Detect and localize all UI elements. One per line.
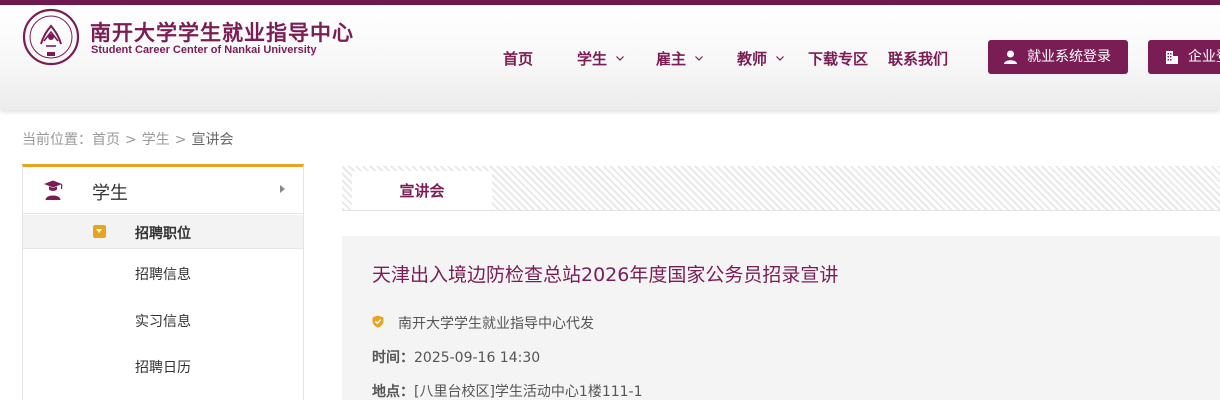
nav-employers-label: 雇主	[656, 50, 687, 68]
nav-students[interactable]: 学生	[577, 48, 625, 69]
chevron-down-icon	[616, 56, 625, 61]
site-header: 南开大学学生就业指导中心 Student Career Center of Na…	[0, 5, 1220, 110]
enterprise-login-label: 企业登录	[1188, 49, 1220, 65]
chevron-down-icon	[695, 56, 704, 61]
breadcrumb-separator: >	[125, 132, 137, 148]
nav-downloads-label: 下载专区	[808, 50, 869, 68]
tab-divider	[342, 210, 1220, 211]
student-graduate-icon	[44, 180, 63, 200]
sidebar-item-internship-info[interactable]: 实习信息	[135, 311, 191, 331]
breadcrumb-prefix: 当前位置：	[22, 132, 92, 148]
sidebar-section-title: 学生	[92, 183, 128, 204]
job-system-login-label: 就业系统登录	[1027, 49, 1111, 65]
job-system-login-button[interactable]: 就业系统登录	[988, 40, 1128, 74]
breadcrumb-home[interactable]: 首页	[92, 132, 120, 148]
sidebar-subsection-job-positions[interactable]: 招聘职位	[23, 215, 303, 249]
article-time: 时间：2025-09-16 14:30	[372, 347, 540, 367]
enterprise-login-button[interactable]: 企业登录	[1148, 40, 1220, 74]
nav-contact-label: 联系我们	[888, 50, 949, 68]
nav-home[interactable]: 首页	[503, 48, 533, 69]
nav-employers[interactable]: 雇主	[656, 48, 704, 69]
nankai-logo-icon[interactable]	[22, 8, 80, 66]
article-panel: 天津出入境边防检查总站2026年度国家公务员招录宣讲 南开大学学生就业指导中心代…	[342, 236, 1220, 400]
article-publisher: 南开大学学生就业指导中心代发	[398, 316, 594, 332]
sidebar-subsection-label: 招聘职位	[135, 226, 191, 242]
sidebar-section-students[interactable]: 学生	[23, 167, 303, 214]
nav-home-label: 首页	[503, 50, 534, 68]
article-time-value: 2025-09-16 14:30	[414, 350, 541, 366]
chevron-down-icon	[776, 56, 785, 61]
breadcrumb-students[interactable]: 学生	[142, 132, 170, 148]
nav-students-label: 学生	[577, 50, 608, 68]
breadcrumb-current: 宣讲会	[191, 132, 234, 148]
shield-check-icon	[372, 315, 384, 328]
article-location: 地点：[八里台校区]学生活动中心1楼111-1	[372, 381, 643, 400]
site-title-en[interactable]: Student Career Center of Nankai Universi…	[91, 44, 317, 56]
article-time-label: 时间：	[372, 350, 414, 366]
site-title-cn[interactable]: 南开大学学生就业指导中心	[90, 17, 354, 47]
expand-toggle-icon	[93, 225, 106, 238]
tab-info-session[interactable]: 宣讲会	[352, 171, 492, 210]
user-icon	[1004, 50, 1017, 64]
nav-downloads[interactable]: 下载专区	[808, 48, 868, 69]
sidebar-item-recruitment-calendar[interactable]: 招聘日历	[135, 357, 191, 377]
chevron-right-icon	[280, 185, 285, 193]
article-title: 天津出入境边防检查总站2026年度国家公务员招录宣讲	[372, 264, 839, 286]
article-location-label: 地点：	[372, 384, 414, 400]
breadcrumb: 当前位置：首页 > 学生 > 宣讲会	[22, 129, 233, 149]
nav-contact[interactable]: 联系我们	[888, 48, 948, 69]
nav-teachers-label: 教师	[737, 50, 768, 68]
building-icon	[1166, 51, 1178, 64]
nav-teachers[interactable]: 教师	[737, 48, 785, 69]
breadcrumb-separator: >	[174, 132, 187, 148]
sidebar-item-recruitment-info[interactable]: 招聘信息	[135, 264, 191, 284]
article-location-value: [八里台校区]学生活动中心1楼111-1	[414, 384, 643, 400]
sidebar: 学生 招聘职位 招聘信息 实习信息 招聘日历	[22, 164, 304, 400]
